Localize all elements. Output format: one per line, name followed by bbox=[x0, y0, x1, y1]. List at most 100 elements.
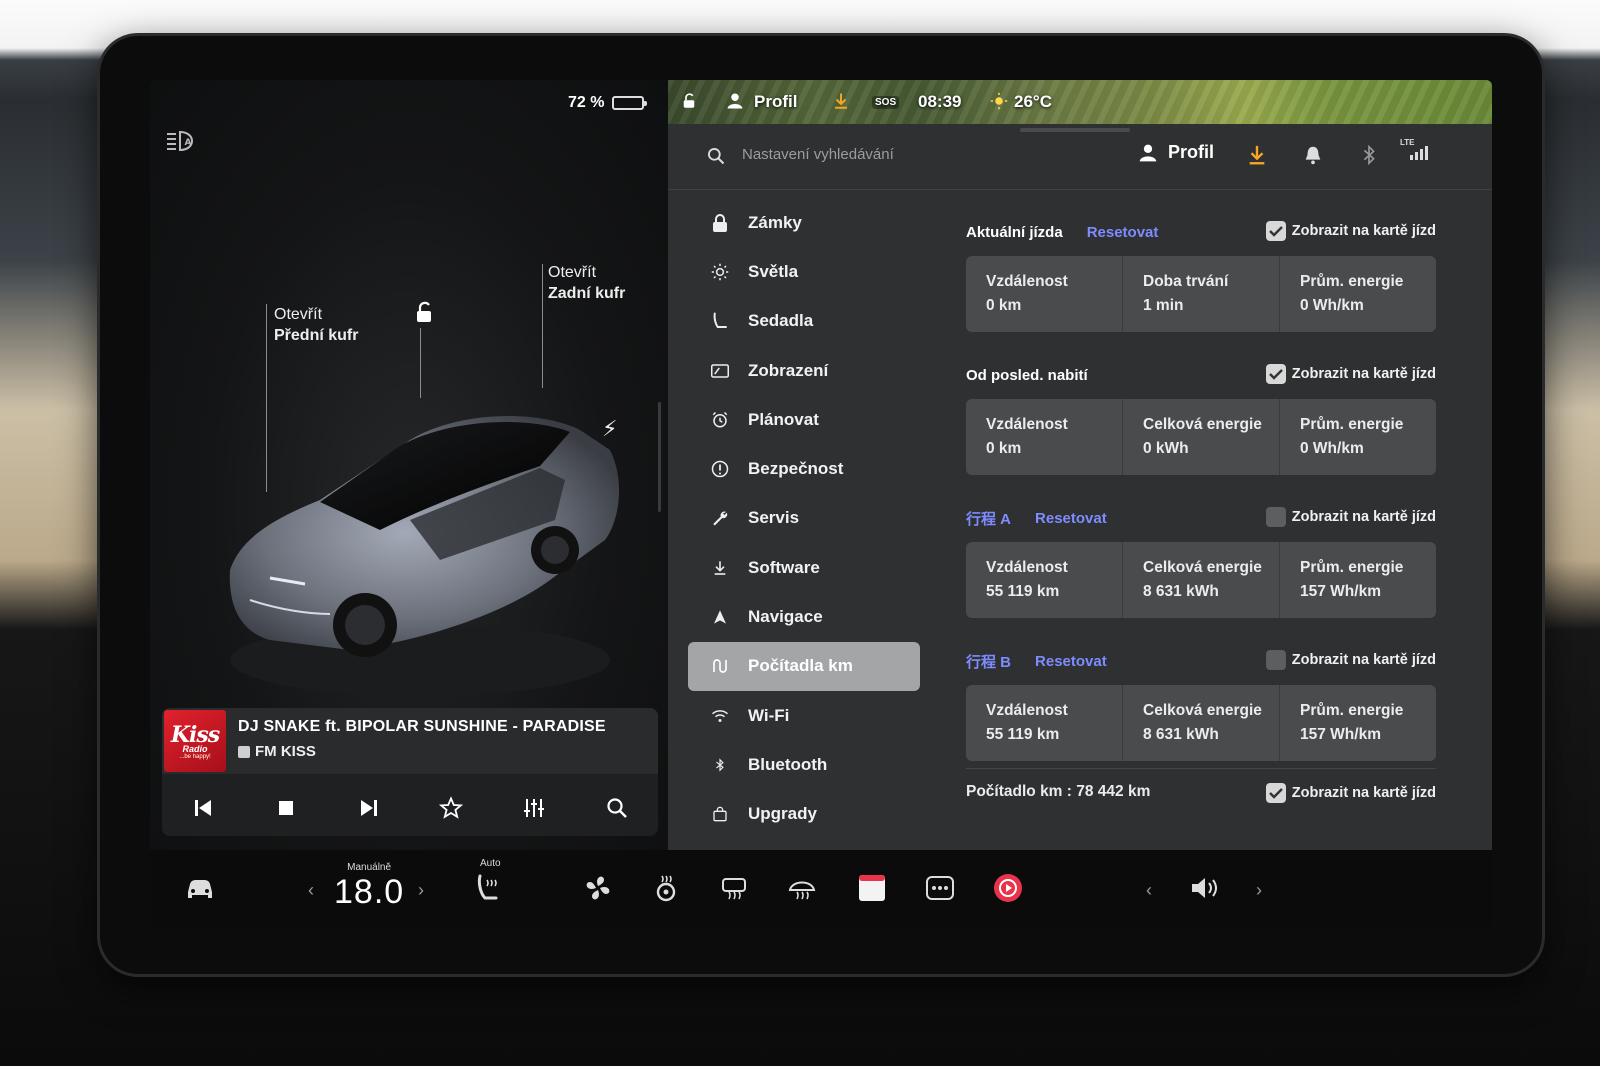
volume-button[interactable] bbox=[1188, 872, 1220, 904]
search-icon[interactable] bbox=[605, 796, 629, 820]
odometer-label: Počítadlo km bbox=[966, 783, 1063, 800]
nav-item-software[interactable]: Software bbox=[688, 543, 928, 592]
checkbox-unchecked[interactable] bbox=[1265, 507, 1286, 527]
stat-cell: Prům. energie 157 Wh/km bbox=[1280, 542, 1436, 618]
volume-decrease-chevron[interactable]: ‹ bbox=[1146, 880, 1152, 901]
show-on-trip-card-label: Zobrazit na kartě jízd bbox=[1291, 223, 1436, 239]
download-status-icon[interactable] bbox=[832, 92, 850, 110]
show-on-trip-card-toggle[interactable]: Zobrazit na kartě jízd bbox=[1265, 221, 1436, 241]
nav-item-safety[interactable]: Bezpečnost bbox=[688, 444, 928, 493]
settings-panel: Profil SOS 08:39 26°C Nastavení vyhledáv… bbox=[668, 80, 1492, 850]
dashcam-button[interactable] bbox=[992, 872, 1024, 904]
front-defrost-icon bbox=[788, 881, 816, 900]
show-on-trip-card-toggle[interactable]: Zobrazit na kartě jízd bbox=[1265, 364, 1436, 384]
record-icon bbox=[994, 874, 1022, 902]
odometer-row: Počítadlo km : 78 442 km Zobrazit na kar… bbox=[966, 768, 1436, 803]
nav-item-schedule[interactable]: Plánovat bbox=[688, 395, 928, 444]
car-icon bbox=[188, 880, 212, 898]
lock-icon bbox=[710, 213, 730, 233]
stat-label: Celková energie bbox=[1143, 702, 1262, 719]
bottom-dock: ‹ Manuálně 18.0 › Auto ‹ › bbox=[150, 850, 1492, 930]
fan-button[interactable] bbox=[582, 872, 614, 904]
trip-section-title: Aktuální jízda bbox=[966, 223, 1063, 241]
panel-scrollbar[interactable] bbox=[658, 402, 661, 512]
trip-stats-grid: Vzdálenost 0 km Doba trvání 1 min Prům. en… bbox=[966, 256, 1436, 332]
nav-item-navigation[interactable]: Navigace bbox=[688, 592, 928, 641]
nav-label: Bluetooth bbox=[748, 754, 828, 774]
notes-app-button[interactable] bbox=[856, 872, 888, 904]
trip-section-header: Aktuální jízda Resetovat Zobrazit na kar… bbox=[966, 218, 1436, 246]
next-icon[interactable] bbox=[357, 796, 381, 820]
stat-cell: Vzdálenost 55 119 km bbox=[966, 685, 1123, 761]
equalizer-icon[interactable] bbox=[522, 796, 546, 820]
reset-button[interactable]: Resetovat bbox=[1035, 510, 1107, 527]
checkbox-checked[interactable] bbox=[1265, 221, 1286, 241]
show-on-trip-card-toggle[interactable]: Zobrazit na kartě jízd bbox=[1265, 650, 1436, 670]
nav-item-locks[interactable]: Zámky bbox=[688, 198, 928, 247]
checkbox-unchecked[interactable] bbox=[1265, 650, 1286, 670]
sun-icon bbox=[710, 262, 730, 282]
nav-item-service[interactable]: Servis bbox=[688, 494, 928, 543]
nav-label: Počítadla km bbox=[748, 656, 853, 676]
trips-content: Aktuální jízda Resetovat Zobrazit na kar… bbox=[966, 218, 1436, 761]
stat-value: 55 119 km bbox=[986, 726, 1060, 743]
show-on-trip-card-toggle[interactable]: Zobrazit na kartě jízd bbox=[1265, 507, 1436, 527]
stop-icon[interactable] bbox=[274, 796, 298, 820]
reset-button[interactable]: Resetovat bbox=[1035, 653, 1107, 670]
front-defrost-button[interactable] bbox=[786, 872, 818, 904]
cabin-temperature[interactable]: Manuálně 18.0 bbox=[334, 862, 404, 912]
download-icon[interactable] bbox=[1246, 144, 1268, 166]
nav-item-bluetooth[interactable]: Bluetooth bbox=[688, 740, 928, 789]
checkbox-checked[interactable] bbox=[1265, 783, 1286, 803]
sos-badge[interactable]: SOS bbox=[872, 96, 900, 109]
unlocked-status-icon[interactable] bbox=[680, 92, 698, 110]
stat-cell: Prům. energie 0 Wh/km bbox=[1280, 256, 1436, 332]
favorite-icon[interactable] bbox=[439, 796, 464, 820]
stat-value: 0 km bbox=[986, 297, 1022, 314]
steering-heater-icon bbox=[656, 875, 676, 902]
show-on-trip-card-label: Zobrazit na kartě jízd bbox=[1291, 785, 1436, 801]
reset-button[interactable]: Resetovat bbox=[1087, 224, 1159, 241]
more-apps-button[interactable] bbox=[924, 872, 956, 904]
trips-icon bbox=[710, 656, 730, 676]
bell-icon[interactable] bbox=[1302, 144, 1324, 166]
temp-decrease-chevron[interactable]: ‹ bbox=[308, 880, 314, 901]
nav-item-wifi[interactable]: Wi-Fi bbox=[688, 691, 928, 740]
volume-increase-chevron[interactable]: › bbox=[1256, 880, 1262, 901]
status-profile[interactable]: Profil bbox=[754, 92, 797, 112]
stat-value: 0 kWh bbox=[1143, 440, 1189, 457]
steering-heater-button[interactable] bbox=[650, 872, 682, 904]
trip-section-header: Od posled. nabití Zobrazit na kartě jízd bbox=[966, 361, 1436, 389]
rear-defrost-button[interactable] bbox=[718, 872, 750, 904]
stat-label: Prům. energie bbox=[1300, 559, 1404, 576]
wrench-icon bbox=[710, 508, 730, 528]
volume-icon bbox=[1192, 878, 1217, 898]
lte-signal-icon: LTE bbox=[1400, 138, 1434, 166]
prev-icon[interactable] bbox=[191, 796, 215, 820]
checkbox-checked[interactable] bbox=[1265, 364, 1286, 384]
profile-button[interactable]: Profil bbox=[1138, 142, 1214, 163]
seat-heater-button[interactable] bbox=[472, 872, 504, 904]
stat-value: 157 Wh/km bbox=[1300, 583, 1381, 600]
more-dots-icon bbox=[926, 876, 954, 900]
nav-item-upgrades[interactable]: Upgrady bbox=[688, 790, 928, 839]
now-playing[interactable]: Kiss Radio ...be happy! DJ SNAKE ft. BIP… bbox=[162, 708, 658, 774]
fan-icon bbox=[586, 876, 610, 900]
bluetooth-icon[interactable] bbox=[1358, 144, 1380, 166]
open-trunk-label[interactable]: Otevřít Zadní kufr bbox=[548, 262, 625, 304]
nav-item-display[interactable]: Zobrazení bbox=[688, 346, 928, 395]
auto-headlights-icon[interactable]: A bbox=[166, 130, 198, 152]
temp-increase-chevron[interactable]: › bbox=[418, 880, 424, 901]
search-input[interactable]: Nastavení vyhledávání bbox=[742, 146, 894, 163]
unlock-icon[interactable] bbox=[412, 300, 436, 324]
nav-item-trips[interactable]: Počítadla km bbox=[688, 641, 920, 691]
outside-temperature: 26°C bbox=[1014, 92, 1052, 111]
nav-label: Bezpečnost bbox=[748, 459, 844, 479]
show-on-trip-card-toggle[interactable]: Zobrazit na kartě jízd bbox=[1265, 783, 1436, 803]
search-icon[interactable] bbox=[706, 146, 726, 166]
car-button[interactable] bbox=[184, 872, 216, 904]
open-frunk-label[interactable]: Otevřít Přední kufr bbox=[274, 304, 358, 346]
nav-item-lights[interactable]: Světla bbox=[688, 247, 928, 296]
nav-item-seats[interactable]: Sedadla bbox=[688, 297, 928, 346]
shopping-bag-icon bbox=[710, 804, 730, 824]
